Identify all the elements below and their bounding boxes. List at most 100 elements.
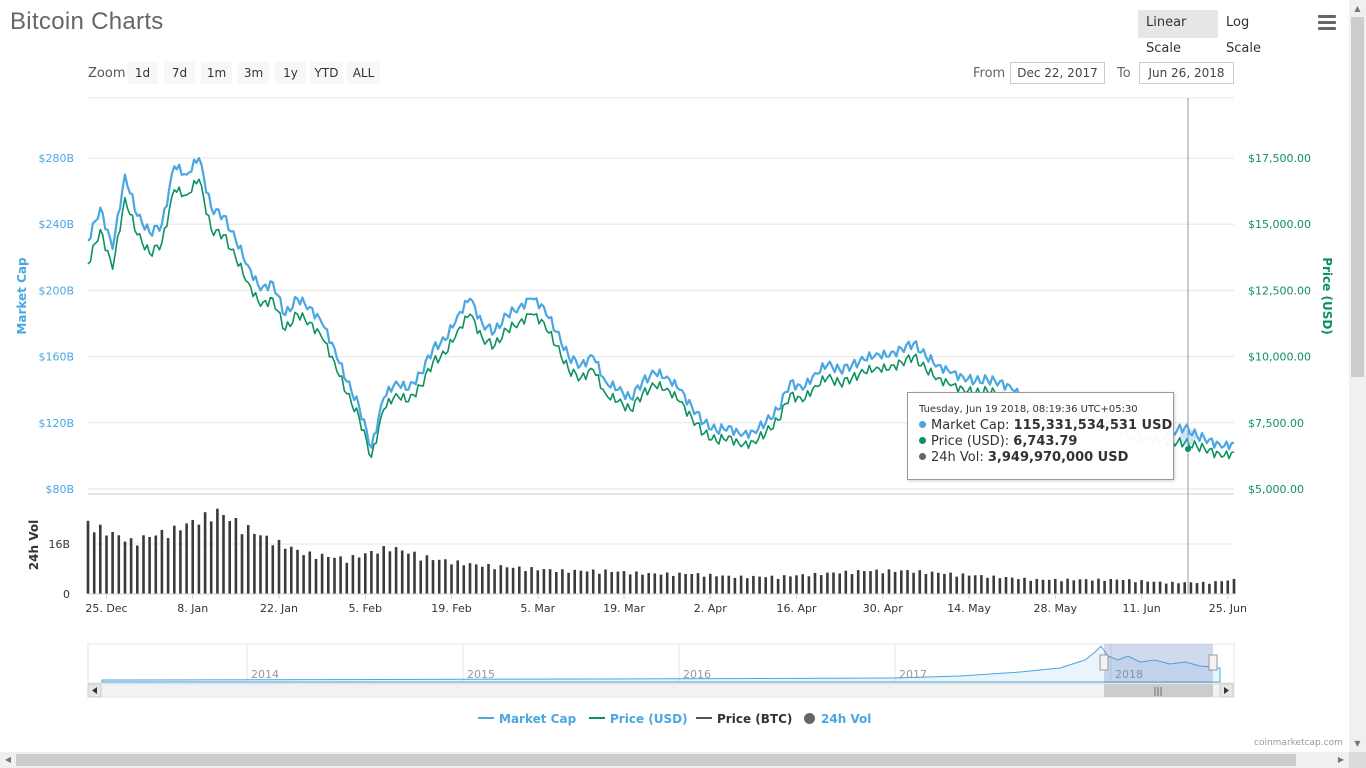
volume-bar (1139, 579, 1144, 595)
volume-bar (363, 552, 368, 595)
volume-bar (745, 577, 750, 595)
volume-bar (837, 572, 842, 595)
navigator-left-handle[interactable] (1099, 654, 1109, 671)
volume-bar (862, 570, 867, 595)
volume-bar (960, 572, 965, 595)
scroll-down-icon[interactable]: ▼ (1349, 735, 1366, 752)
volume-bar (948, 571, 953, 595)
navigator-right-handle[interactable] (1208, 654, 1218, 671)
volume-bar (535, 569, 540, 595)
volume-bar (850, 573, 854, 595)
x-tick-label: 14. May (947, 602, 991, 615)
volume-bar (1102, 580, 1107, 595)
market-cap-swatch-icon (478, 717, 494, 719)
tooltip-row-price: Price (USD): 6,743.79 (919, 434, 1173, 450)
volume-bar (603, 568, 608, 595)
volume-swatch-icon (804, 713, 815, 724)
volume-bar (178, 529, 183, 595)
x-tick-label: 16. Apr (777, 602, 817, 615)
volume-bar (893, 571, 898, 595)
price-btc-swatch-icon (696, 717, 712, 719)
volume-bar (831, 571, 836, 595)
volume-bar (1028, 580, 1033, 595)
tooltip-date: Tuesday, Jun 19 2018, 08:19:36 UTC+05:30 (919, 404, 1138, 415)
volume-bar (634, 570, 639, 595)
market-cap-tick-label: $280B (38, 152, 74, 165)
volume-bar (917, 569, 922, 595)
volume-bar (979, 574, 984, 595)
navigator-scrollbar-track[interactable] (87, 683, 1235, 698)
volume-bar (1176, 582, 1181, 595)
volume-bar (640, 574, 645, 595)
market-cap-axis-label: Market Cap (15, 257, 29, 335)
horizontal-scrollbar[interactable]: ◀ ▶ (0, 752, 1349, 768)
volume-bar (1115, 578, 1119, 595)
market-cap-tick-label: $160B (38, 351, 74, 364)
volume-bar (424, 554, 429, 595)
price-chart[interactable]: $80B$120B$160B$200B$240B$280B $5,000.00 $… (0, 0, 1366, 768)
scroll-left-icon[interactable]: ◀ (0, 752, 16, 768)
volume-bar (203, 511, 208, 595)
volume-bar (887, 568, 891, 595)
volume-bar (135, 544, 140, 595)
navigator-selection[interactable] (1104, 644, 1213, 683)
price-usd-swatch-icon (589, 717, 605, 719)
vertical-scrollbar[interactable]: ▲ ▼ (1349, 0, 1366, 752)
legend-price-usd[interactable]: Price (USD) (589, 712, 688, 726)
volume-bar (338, 555, 343, 595)
volume-bar (498, 564, 503, 595)
volume-bar (437, 559, 442, 595)
chart-tooltip: Tuesday, Jun 19 2018, 08:19:36 UTC+05:30… (907, 392, 1174, 480)
x-tick-label: 11. Jun (1122, 602, 1160, 615)
market-cap-axis: $80B $120B $160B $200B $240B $280B (38, 152, 74, 496)
volume-bar (751, 575, 756, 595)
legend-market-cap[interactable]: Market Cap (478, 712, 576, 726)
price-axis: $5,000.00 $7,500.00 $10,000.00 $12,500.00 $1… (1248, 152, 1311, 496)
volume-bar (1059, 580, 1064, 595)
volume-bar (314, 558, 318, 595)
volume-bar (160, 529, 164, 595)
vertical-scrollbar-thumb[interactable] (1351, 17, 1364, 377)
price-tick-label: $7,500.00 (1248, 417, 1304, 430)
scroll-up-icon[interactable]: ▲ (1349, 0, 1366, 17)
volume-bar (141, 534, 146, 595)
volume-bar (646, 572, 651, 595)
volume-bar (350, 554, 355, 595)
market-cap-tick-label: $80B (45, 483, 74, 496)
volume-bar (523, 570, 528, 595)
volume-bar (529, 566, 534, 595)
volume-bar (769, 575, 774, 595)
volume-bar (609, 571, 614, 595)
x-tick-label: 22. Jan (260, 602, 298, 615)
x-tick-label: 28. May (1033, 602, 1077, 615)
volume-bar (572, 569, 577, 595)
volume-bar (1207, 583, 1212, 595)
volume-bar (147, 536, 152, 595)
volume-bar (923, 573, 928, 595)
volume-bar (1189, 581, 1193, 595)
volume-bar (591, 568, 596, 595)
volume-bar (1071, 579, 1076, 595)
volume-bar (1219, 580, 1224, 595)
tooltip-volume-value: 3,949,970,000 USD (987, 450, 1129, 465)
horizontal-scrollbar-thumb[interactable] (16, 754, 1296, 766)
volume-bar (197, 523, 201, 595)
volume-bar (289, 546, 294, 595)
scroll-right-icon[interactable]: ▶ (1333, 752, 1349, 768)
volume-dot-icon (919, 453, 926, 460)
legend-price-btc[interactable]: Price (BTC) (696, 712, 792, 726)
volume-bar (153, 534, 158, 595)
volume-bar (652, 572, 657, 595)
volume-bar (400, 549, 405, 595)
volume-bar (86, 520, 90, 595)
credit-link[interactable]: coinmarketcap.com (1254, 738, 1343, 748)
volume-tick-label: 16B (48, 538, 70, 551)
volume-bar (443, 558, 448, 595)
volume-bar (726, 575, 731, 595)
volume-bar (332, 557, 337, 595)
price-tick-label: $5,000.00 (1248, 483, 1304, 496)
volume-bar (548, 568, 553, 595)
volume-bar (92, 531, 97, 595)
volume-bar (486, 563, 491, 595)
legend-24h-vol[interactable]: 24h Vol (804, 712, 871, 726)
